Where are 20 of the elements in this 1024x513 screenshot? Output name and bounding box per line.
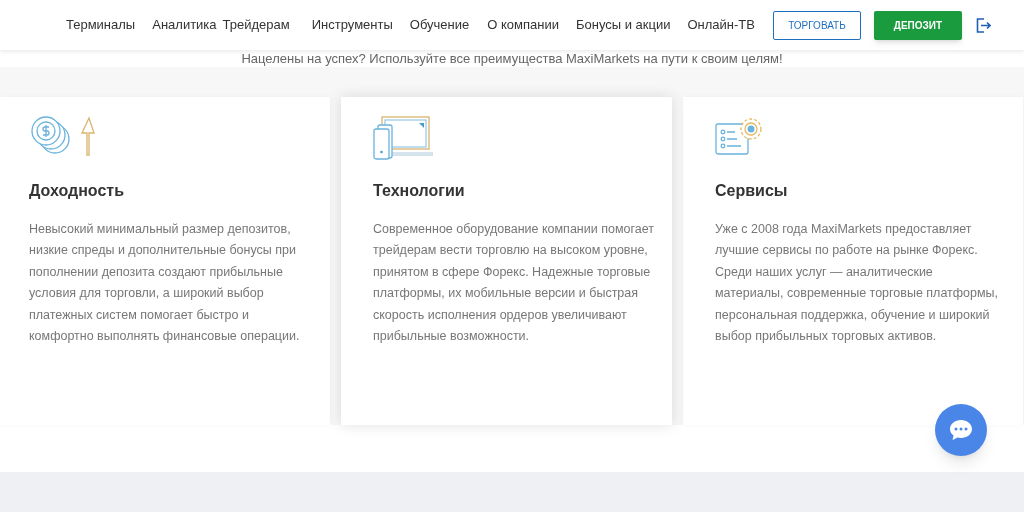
nav-link[interactable]: Обучение [409, 15, 470, 35]
feature-title: Сервисы [715, 181, 789, 201]
feature-title: Технологии [373, 181, 466, 201]
trade-button[interactable]: ТОРГОВАТЬ [772, 10, 861, 40]
nav-link[interactable]: О компании [487, 15, 559, 35]
feature-description: Невысокий минимальный размер депозитов, низкие спреды и дополнительные бонусы при пополнении депозита создают прибыльные условия для торговли, а широкий выбор платежных систем помогает быстро и комфортно выполнять финансовые операции. [29, 221, 301, 346]
nav-link[interactable]: Инструменты [311, 15, 393, 35]
nav-link[interactable]: Терминалы [66, 15, 136, 35]
phone-and-laptop-icon [373, 115, 433, 160]
subtitle: Нацелены на успех? Используйте все преимущества MaxiMarkets на пути к своим целям! [240, 51, 784, 67]
deposit-button[interactable]: ДЕПОЗИТ [873, 10, 962, 40]
nav-link[interactable]: Аналитика [152, 15, 217, 35]
feature-description: Современное оборудование компании помогает трейдерам вести торговлю на высоком уровне, принятом в сфере Форекс. Надежные торговые платформы, их мобильные версии и быстрая скорость исполнения ордеров увеличивают прибыльные возможности. [373, 221, 655, 346]
nav-link[interactable]: Онлайн-ТВ [687, 15, 755, 35]
nav-link[interactable]: Трейдерам [222, 15, 290, 35]
nav-link[interactable]: Бонусы и акции [575, 15, 671, 35]
feature-title: Доходность [29, 181, 125, 201]
feature-description: Уже с 2008 года MaxiMarkets предоставляет лучшие сервисы по работе на рынке Форекс. Среди наших услуг — аналитические материалы, современные торговые платформы, персональная поддержка, обучение и широкий выбор прибыльных торговых активов. [715, 221, 1000, 346]
logout-icon[interactable] [975, 17, 991, 33]
chat-bubble-icon [949, 419, 973, 441]
